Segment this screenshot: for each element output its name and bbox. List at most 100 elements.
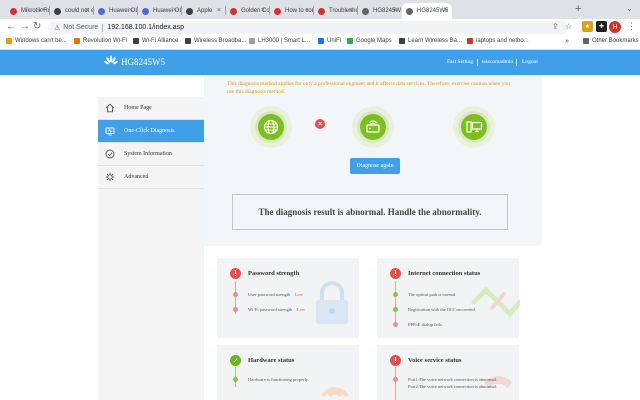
diagnose-again-button[interactable]: Diagnose again: [350, 158, 400, 174]
bookmark-favicon-icon: [347, 38, 353, 44]
status-value: Low: [294, 292, 303, 297]
header-divider: [516, 59, 517, 66]
status-dot: [393, 322, 398, 327]
warning-icon: !: [390, 268, 401, 279]
sidebar-item-diagnosis[interactable]: One-Click Diagnosis: [98, 120, 210, 142]
browser-tab[interactable]: HG8245W5×: [402, 3, 452, 19]
bookmark-label: Wireless Broadba...: [194, 38, 247, 44]
tab-close-icon[interactable]: ×: [305, 7, 309, 14]
bookmark-item[interactable]: Learn Wireless Ba...: [399, 38, 462, 44]
tab-favicon-icon: [10, 7, 17, 15]
status-dot: [233, 377, 238, 382]
browser-tab[interactable]: Troublesho ×: [314, 3, 357, 19]
status-dot: [393, 307, 398, 312]
folder-icon: [583, 38, 589, 44]
browser-tab[interactable]: How to conf×: [270, 3, 313, 19]
bookmark-favicon-icon: [318, 38, 324, 44]
tab-close-icon[interactable]: ×: [349, 7, 353, 14]
address-bar[interactable]: ⚠ Not Secure 192.168.100.1/index.asp: [48, 21, 568, 34]
sidebar-item-label: System Information: [124, 151, 172, 157]
tab-favicon-icon: [274, 7, 281, 15]
share-icon[interactable]: ⇪: [552, 22, 559, 31]
bookmark-item[interactable]: Wi-Fi Alliance: [133, 38, 178, 44]
extension-icon[interactable]: ★: [582, 21, 593, 32]
bookmark-favicon-icon: [6, 38, 12, 44]
bookmark-item[interactable]: LH3000 | Smart L...: [249, 38, 310, 44]
list-item: User password strength Low: [248, 292, 303, 297]
list-item: Port2:The voice network connection is ab…: [408, 384, 497, 389]
warning-icon: !: [390, 355, 401, 366]
info-icon: [105, 149, 115, 159]
browser-tab[interactable]: Mikrotik Ro ×: [6, 3, 49, 19]
bookmark-star-icon[interactable]: ☆: [565, 22, 572, 31]
list-item: Registration with the OLT succeeded.: [408, 307, 476, 312]
bookmark-item[interactable]: UniFi: [318, 38, 341, 44]
tab-close-icon[interactable]: ×: [217, 7, 221, 14]
browser-tab[interactable]: Huawei OLT×: [94, 3, 137, 19]
other-bookmarks[interactable]: Other Bookmarks: [583, 38, 639, 44]
browser-tab[interactable]: Golden Cou×: [226, 3, 269, 19]
connection-error-icon: ×: [315, 119, 325, 129]
tab-close-icon[interactable]: ×: [444, 7, 448, 14]
bookmark-favicon-icon: [467, 38, 473, 44]
bookmark-item[interactable]: Windows can't be...: [6, 38, 67, 44]
logout-link[interactable]: Logout: [522, 59, 538, 65]
header-divider: [477, 59, 478, 66]
tab-search-icon[interactable]: ⌄: [626, 4, 633, 13]
sidebar-item-home[interactable]: Home Page: [98, 97, 204, 119]
tab-close-icon[interactable]: ×: [393, 7, 397, 14]
pc-node: [461, 114, 487, 140]
avatar[interactable]: H: [609, 21, 621, 33]
bookmarks-overflow-icon[interactable]: »: [565, 38, 569, 45]
hardware-icon: [321, 387, 349, 398]
status-value: Low: [296, 307, 306, 312]
bookmark-favicon-icon: [74, 38, 80, 44]
bookmark-label: UniFi: [327, 38, 342, 44]
bookmark-item[interactable]: laptops and netbo...: [467, 38, 529, 44]
tab-favicon-icon: [142, 7, 149, 15]
tab-close-icon[interactable]: ×: [129, 7, 133, 14]
tab-close-icon[interactable]: ×: [85, 7, 89, 14]
tab-favicon-icon: [362, 7, 369, 15]
bookmark-favicon-icon: [133, 38, 139, 44]
browser-tab[interactable]: Huawei OLT×: [138, 3, 181, 19]
browser-tab[interactable]: could not e ×: [50, 3, 93, 19]
status-dot: [233, 292, 238, 297]
security-label: Not Secure: [63, 24, 99, 31]
puzzle-icon[interactable]: ✚: [596, 21, 607, 32]
tab-close-icon[interactable]: ×: [261, 7, 265, 14]
sidebar-item-label: Advanced: [124, 174, 149, 180]
bookmark-item[interactable]: Revolution Wi-Fi: [74, 38, 127, 44]
diagnosis-warning: This diagnosis method applies for only a…: [227, 81, 510, 95]
forward-icon[interactable]: →: [20, 21, 30, 32]
bookmark-label: Revolution Wi-Fi: [83, 38, 128, 44]
browser-tab[interactable]: Apple ×: [182, 3, 225, 19]
reload-icon[interactable]: ↻: [33, 21, 41, 32]
router-header: [0, 50, 640, 75]
tab-close-icon[interactable]: ×: [41, 7, 45, 14]
tab-close-icon[interactable]: ×: [173, 7, 177, 14]
broken-link-icon: [471, 286, 520, 318]
bookmark-favicon-icon: [249, 38, 255, 44]
home-icon: [105, 103, 115, 113]
fast-setting-link[interactable]: Fast Setting: [447, 59, 473, 65]
row-label: Wi-Fi password strength: [248, 307, 293, 312]
computer-icon: [466, 121, 483, 133]
user-link[interactable]: telecomadmin: [482, 59, 513, 65]
bookmark-item[interactable]: Wireless Broadba...: [185, 38, 246, 44]
url-text: 192.168.100.1/index.asp: [107, 24, 184, 31]
bookmark-label: LH3000 | Smart L...: [258, 38, 310, 44]
list-item: Port1:The voice network connection is ab…: [408, 377, 497, 382]
browser-tab[interactable]: HG8245W5×: [358, 3, 401, 19]
new-tab-button[interactable]: +: [575, 3, 581, 15]
sidebar-divider: [98, 188, 204, 189]
back-icon[interactable]: ←: [6, 21, 16, 32]
status-dot: [393, 377, 398, 382]
gear-icon: [105, 172, 115, 182]
menu-icon[interactable]: ⋮: [627, 21, 636, 32]
sidebar-item-label: Home Page: [124, 105, 152, 111]
bookmark-item[interactable]: Google Maps: [347, 38, 392, 44]
sidebar-item-system-info[interactable]: System Information: [98, 143, 204, 165]
card-title: Password strength: [248, 270, 300, 277]
sidebar-item-advanced[interactable]: Advanced: [98, 166, 204, 188]
